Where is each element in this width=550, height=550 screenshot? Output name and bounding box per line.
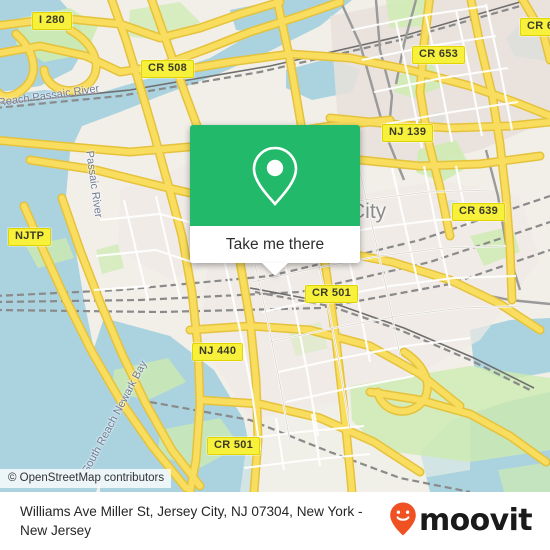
road-shield-i-280: I 280 bbox=[32, 12, 72, 30]
callout-tail-pointer bbox=[262, 263, 288, 276]
take-me-there-button[interactable]: Take me there bbox=[190, 226, 360, 263]
road-shield-njtp: NJTP bbox=[8, 228, 52, 246]
moovit-smiley-pin-icon bbox=[389, 501, 417, 542]
road-shield-cr-6: CR 6 bbox=[520, 18, 550, 36]
road-shield-cr-508: CR 508 bbox=[141, 60, 195, 78]
map-pin-icon bbox=[251, 145, 299, 207]
map-canvas[interactable]: I 280 CR 508 CR 653 CR 6 NJ 139 CR 639 N… bbox=[0, 0, 550, 492]
footer-bar: Williams Ave Miller St, Jersey City, NJ … bbox=[0, 492, 550, 550]
road-shield-cr-501-upper: CR 501 bbox=[305, 285, 359, 303]
road-shield-cr-501-lower: CR 501 bbox=[207, 437, 261, 455]
road-shield-cr-653: CR 653 bbox=[412, 46, 466, 64]
road-shield-cr-639: CR 639 bbox=[452, 203, 506, 221]
location-callout-card[interactable]: Take me there bbox=[190, 125, 360, 276]
map-attribution[interactable]: © OpenStreetMap contributors bbox=[0, 469, 172, 488]
moovit-map-screenshot: I 280 CR 508 CR 653 CR 6 NJ 139 CR 639 N… bbox=[0, 0, 550, 550]
address-line-1: Williams Ave Miller St, Jersey City, NJ … bbox=[20, 504, 324, 519]
moovit-wordmark: moovit bbox=[418, 503, 533, 538]
footer-address-text: Williams Ave Miller St, Jersey City, NJ … bbox=[20, 502, 389, 540]
road-shield-nj-139: NJ 139 bbox=[382, 124, 434, 142]
callout-pin-area bbox=[190, 125, 360, 226]
road-shield-nj-440: NJ 440 bbox=[192, 343, 244, 361]
moovit-logo[interactable]: moovit bbox=[389, 501, 538, 542]
